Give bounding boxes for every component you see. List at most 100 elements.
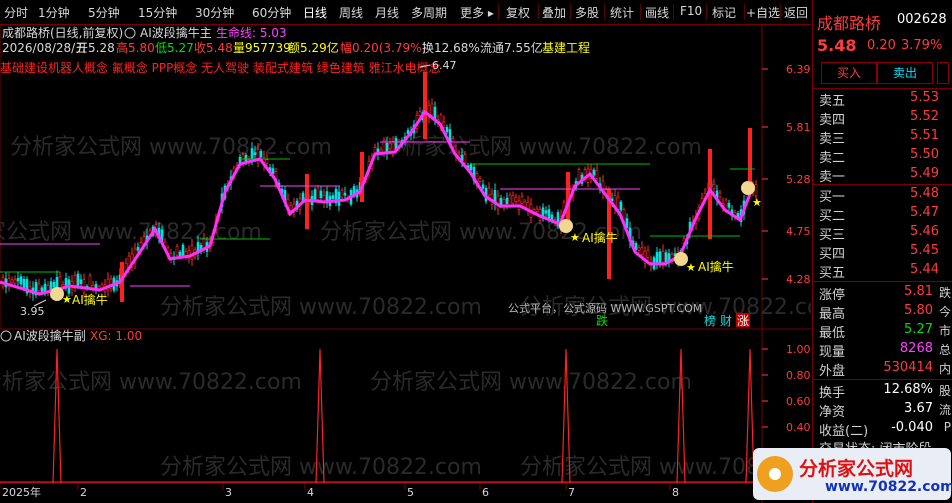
marker-die[interactable]: 跌	[596, 313, 608, 328]
draw-line-button[interactable]: 画线	[645, 4, 669, 21]
close-label: 收5.48	[194, 41, 233, 55]
tab-1min[interactable]: 1分钟	[38, 4, 70, 21]
kline-chart[interactable]: 分析家公式网 www.70822.com 分析家公式网 www.70822.co…	[0, 24, 811, 503]
candle-body	[718, 192, 722, 197]
ask-row: 卖二 5.50	[819, 147, 939, 166]
marker-zhang[interactable]: 涨	[737, 313, 749, 328]
toolbar-divider	[706, 4, 707, 20]
candle-body	[637, 247, 641, 251]
candle-body	[319, 190, 323, 198]
candle-body	[655, 252, 659, 264]
toolbar-divider	[498, 4, 499, 20]
toolbar-divider	[673, 4, 674, 20]
toolbar-divider	[744, 4, 745, 20]
stat-high: 最高 5.80 今	[819, 303, 951, 322]
tab-daily[interactable]: 日线	[303, 4, 327, 21]
tab-fenshi[interactable]: 分时	[4, 4, 28, 21]
stock-code: 002628	[897, 12, 947, 27]
tab-5min[interactable]: 5分钟	[88, 4, 120, 21]
signal-label: AI擒牛	[582, 230, 618, 245]
price-tick: 4.28	[786, 273, 811, 286]
multi-stock-button[interactable]: 多股	[575, 4, 599, 21]
candle-body	[271, 168, 275, 174]
candle-body	[520, 196, 524, 204]
candle-body	[289, 204, 293, 211]
site-logo: 分析家公式网 www.70822.com	[753, 448, 952, 500]
candle-body	[82, 279, 86, 293]
tab-multi-period[interactable]: 多周期	[411, 4, 447, 21]
add-watchlist-button[interactable]: +自选	[746, 4, 780, 21]
concept-tags: 基础建设机器人概念 氟概念 PPP概念 无人驾驶 装配式建筑 绿色建筑 雅江水电…	[0, 60, 441, 75]
period-toolbar: 分时 1分钟 5分钟 15分钟 30分钟 60分钟 日线 周线 月线 多周期 更…	[0, 0, 811, 25]
watermark-text: 分析家公式网 www.70822.com	[10, 135, 332, 160]
time-axis: 2025年 2 3 4 5 6 7 8	[0, 483, 679, 499]
candle-body-large	[360, 152, 364, 202]
candle-body	[478, 177, 482, 182]
marker-cai[interactable]: 财	[720, 314, 732, 328]
logo-text: 分析家公式网	[799, 458, 914, 480]
candle-body	[592, 169, 596, 176]
candle-body	[313, 189, 317, 201]
bid-row: 买二 5.47	[819, 205, 939, 224]
candle-body	[55, 276, 59, 289]
star-icon: ★	[62, 293, 72, 306]
stat-limit-up: 涨停 5.81 跌	[819, 284, 951, 303]
candle-body	[508, 194, 512, 207]
candle-body	[88, 275, 92, 289]
watermark-text: 分析家公式网 www.70822.com	[0, 370, 302, 395]
bid-row: 买五 5.44	[819, 262, 939, 281]
star-icon: ★	[686, 261, 696, 274]
candle-body	[190, 245, 194, 260]
float-cap-label: 流通7.55亿	[480, 40, 543, 55]
indicator-settings-icon[interactable]	[124, 27, 136, 39]
candle-body	[442, 121, 446, 128]
candle-body	[316, 187, 320, 200]
candle-body	[595, 170, 599, 179]
candle-body	[343, 192, 347, 196]
bid-row: 买三 5.46	[819, 224, 939, 243]
price-change: 0.20	[867, 38, 896, 53]
statistics-button[interactable]: 统计	[610, 4, 634, 21]
candle-body	[634, 243, 638, 250]
tab-weekly[interactable]: 周线	[339, 4, 363, 21]
marker-bang[interactable]: 榜	[704, 313, 716, 328]
tab-60min[interactable]: 60分钟	[252, 4, 291, 21]
watermark-text: 分析家公式网 www.70822.com	[0, 220, 262, 245]
candle-body	[253, 152, 257, 156]
sell-button[interactable]: 卖出	[877, 62, 933, 84]
time-tick: 5	[407, 486, 414, 499]
candle-body	[523, 201, 527, 208]
sub-indicator-name[interactable]: AI波段擒牛副	[14, 328, 86, 343]
candle-body	[754, 184, 758, 197]
candle-body	[52, 281, 56, 288]
back-button[interactable]: 返回	[784, 4, 808, 21]
candle-body	[22, 278, 26, 289]
high-label: 高5.80	[116, 40, 155, 55]
time-tick: 6	[482, 486, 489, 499]
side-toggle[interactable]	[937, 62, 949, 84]
f10-button[interactable]: F10	[680, 4, 702, 18]
time-tick: 3	[225, 486, 232, 499]
tab-30min[interactable]: 30分钟	[195, 4, 234, 21]
candle-body	[340, 189, 344, 198]
tab-more[interactable]: 更多 ▸	[460, 4, 494, 21]
star-icon: ★	[752, 196, 762, 209]
time-tick: 4	[307, 486, 314, 499]
tab-15min[interactable]: 15分钟	[138, 4, 177, 21]
candle-body	[79, 279, 83, 284]
overlay-button[interactable]: 叠加	[542, 4, 566, 21]
stat-outer-volume: 外盘 530414 内	[819, 360, 951, 379]
candle-body	[661, 250, 665, 263]
watermark-text: 分析家公式网 www.70822.com	[160, 455, 482, 480]
tab-monthly[interactable]: 月线	[375, 4, 399, 21]
sub-indicator-settings-icon[interactable]	[0, 330, 12, 342]
mark-button[interactable]: 标记	[712, 4, 736, 21]
candle-body	[181, 244, 185, 257]
stat-low: 最低 5.27 市	[819, 322, 951, 341]
restore-right-button[interactable]: 复权	[506, 4, 530, 21]
main-indicator-name[interactable]: AI波段擒牛主	[140, 25, 212, 40]
stat-volume-now: 现量 8268 总	[819, 341, 951, 360]
buy-button[interactable]: 买入	[821, 62, 877, 84]
stat-turnover: 换手 12.68% 股	[819, 382, 951, 401]
signal-label: AI擒牛	[698, 259, 734, 274]
